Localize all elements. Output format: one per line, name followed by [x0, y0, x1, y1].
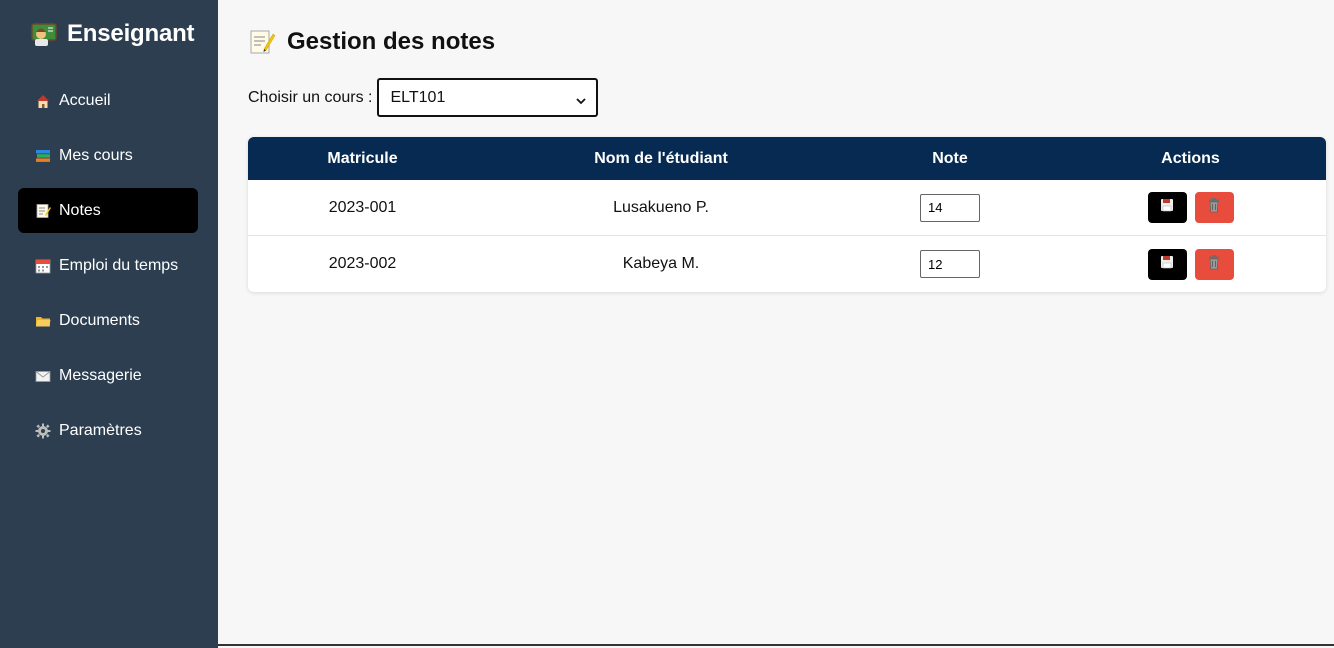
save-button[interactable]: [1147, 248, 1187, 280]
folder-icon: [35, 313, 51, 329]
sidebar-nav: Accueil Mes cours Notes Emploi du temps …: [0, 78, 218, 453]
sidebar-item-label: Notes: [59, 201, 101, 219]
sidebar-item-parametres[interactable]: Paramètres: [18, 408, 198, 453]
trash-icon: [1206, 254, 1222, 275]
delete-button[interactable]: [1194, 192, 1234, 223]
calendar-icon: [35, 258, 51, 274]
column-header-name: Nom de l'étudiant: [594, 149, 728, 167]
table-row: 2023-002 Kabeya M.: [248, 236, 1326, 292]
cell-note: [845, 193, 1055, 222]
sidebar-item-label: Accueil: [59, 91, 111, 109]
table-row: 2023-001 Lusakueno P.: [248, 180, 1326, 236]
sidebar-item-mes-cours[interactable]: Mes cours: [18, 133, 198, 178]
memo-icon: [248, 28, 276, 56]
sidebar-item-emploi-du-temps[interactable]: Emploi du temps: [18, 243, 198, 288]
page-title-text: Gestion des notes: [287, 28, 496, 55]
chevron-down-icon: [575, 93, 586, 104]
column-header-note: Note: [932, 149, 968, 167]
table-header: Matricule Nom de l'étudiant Note Actions: [248, 137, 1326, 180]
cell-note: [845, 250, 1055, 278]
main-content: Gestion des notes Choisir un cours : ELT…: [218, 0, 1334, 646]
course-select-value: ELT101: [390, 88, 446, 106]
column-header-actions: Actions: [1161, 149, 1220, 167]
save-button[interactable]: [1147, 192, 1187, 223]
sidebar: Enseignant Accueil Mes cours Notes Emplo…: [0, 0, 218, 648]
sidebar-item-label: Paramètres: [59, 421, 142, 439]
page-title: Gestion des notes: [248, 28, 495, 56]
column-header-matricule: Matricule: [327, 149, 398, 167]
sidebar-item-notes[interactable]: Notes: [18, 188, 198, 233]
sidebar-item-label: Mes cours: [59, 146, 133, 164]
memo-icon: [35, 203, 51, 219]
cell-student-name: Kabeya M.: [622, 255, 700, 272]
gear-icon: [35, 423, 51, 439]
floppy-disk-icon: [1160, 198, 1174, 217]
sidebar-item-label: Emploi du temps: [59, 256, 179, 274]
cell-matricule: 2023-002: [328, 255, 397, 272]
sidebar-item-accueil[interactable]: Accueil: [18, 78, 198, 123]
brand-title: Enseignant: [67, 20, 195, 47]
note-input[interactable]: [920, 250, 980, 278]
teacher-icon: [31, 21, 57, 47]
course-select[interactable]: ELT101: [376, 78, 598, 117]
cell-actions: [1055, 192, 1326, 223]
cell-matricule: 2023-001: [328, 198, 397, 216]
floppy-disk-icon: [1160, 255, 1174, 274]
envelope-icon: [35, 368, 51, 384]
sidebar-item-label: Documents: [59, 311, 140, 329]
cell-student-name: Lusakueno P.: [613, 198, 709, 216]
trash-icon: [1206, 197, 1222, 218]
cell-actions: [1055, 248, 1326, 280]
course-label: Choisir un cours :: [248, 88, 373, 106]
note-input[interactable]: [920, 193, 980, 222]
delete-button[interactable]: [1194, 248, 1234, 280]
grades-table: Matricule Nom de l'étudiant Note Actions…: [248, 137, 1326, 292]
books-icon: [35, 148, 51, 164]
course-selector: Choisir un cours : ELT101: [248, 78, 598, 117]
home-icon: [35, 93, 51, 109]
sidebar-item-messagerie[interactable]: Messagerie: [18, 353, 198, 398]
brand: Enseignant: [0, 0, 218, 68]
sidebar-item-label: Messagerie: [59, 366, 142, 384]
sidebar-item-documents[interactable]: Documents: [18, 298, 198, 343]
